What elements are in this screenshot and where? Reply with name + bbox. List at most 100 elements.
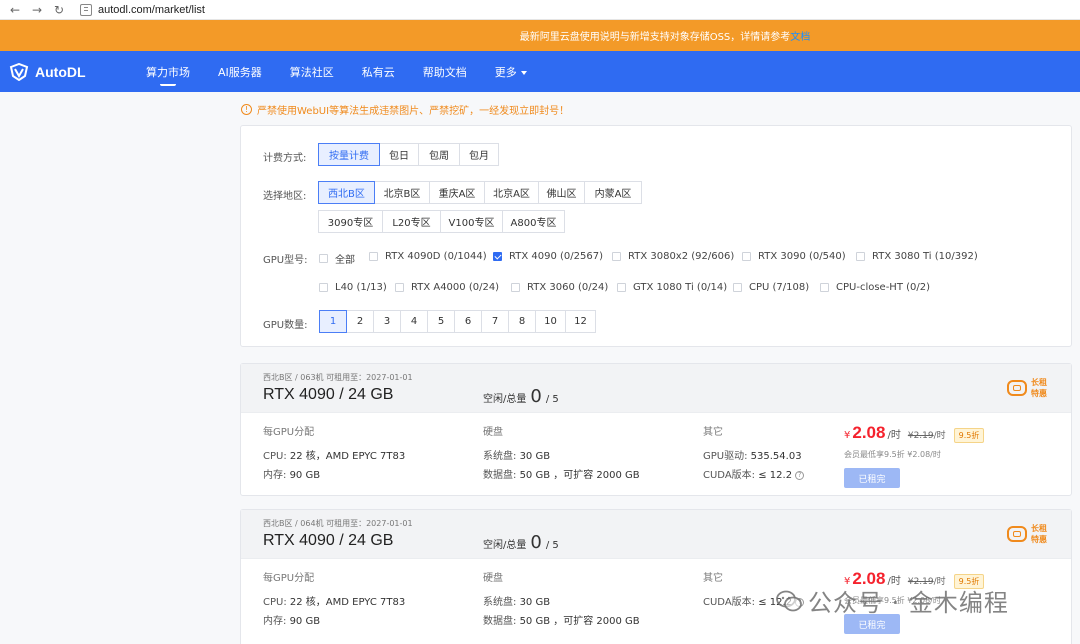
autodl-logo[interactable]: AutoDL	[9, 62, 135, 81]
checkbox[interactable]	[612, 252, 621, 261]
gpu-option-label: 全部	[335, 255, 355, 266]
billing-monthly[interactable]: 包月	[459, 143, 499, 166]
region-a800-zone[interactable]: A800专区	[502, 210, 565, 233]
price-value: 2.08	[852, 423, 886, 442]
checkbox[interactable]	[742, 252, 751, 261]
checkbox[interactable]	[820, 283, 829, 292]
checkbox[interactable]	[319, 254, 328, 263]
nav-more[interactable]: 更多	[495, 64, 527, 80]
checkbox-checked[interactable]	[493, 252, 502, 261]
disk-heading: 硬盘	[483, 573, 503, 584]
gpu-option-l40[interactable]: L40 (1/13)	[319, 282, 387, 293]
gpu-count-6[interactable]: 6	[454, 310, 482, 333]
region-neimeng-a[interactable]: 内蒙A区	[584, 181, 642, 204]
gpu-count-2[interactable]: 2	[346, 310, 374, 333]
checkbox[interactable]	[856, 252, 865, 261]
availability-label: 空闲/总量	[483, 540, 527, 551]
gpu-count-7[interactable]: 7	[481, 310, 509, 333]
forward-arrow-icon[interactable]: →	[30, 3, 44, 17]
system-disk-key: 系统盘:	[483, 451, 517, 462]
prohibition-warning: ! 严禁使用WebUI等算法生成违禁图片、严禁挖矿，一经发现立即封号！	[241, 102, 569, 117]
gpu-option-cpu-close-ht[interactable]: CPU-close-HT (0/2)	[820, 282, 930, 293]
price-currency: ¥	[844, 430, 851, 441]
checkbox[interactable]	[733, 283, 742, 292]
gpu-count-4[interactable]: 4	[400, 310, 428, 333]
long-rent-badge[interactable]: 长租特惠	[1007, 523, 1049, 545]
region-3090-zone[interactable]: 3090专区	[318, 210, 383, 233]
region-v100-zone[interactable]: V100专区	[440, 210, 503, 233]
checkbox[interactable]	[369, 252, 378, 261]
availability-label: 空闲/总量	[483, 394, 527, 405]
long-rent-badge[interactable]: 长租特惠	[1007, 377, 1049, 399]
system-disk-value: 30 GB	[519, 451, 551, 462]
checkbox[interactable]	[511, 283, 520, 292]
announcement-docs-link[interactable]: 文档	[790, 28, 810, 43]
gpu-count-8[interactable]: 8	[508, 310, 536, 333]
gpu-option-rtx4090d[interactable]: RTX 4090D (0/1044)	[369, 251, 487, 262]
billing-pay-as-you-go[interactable]: 按量计费	[318, 143, 380, 166]
help-icon[interactable]: ?	[795, 470, 805, 480]
gpu-option-cpu[interactable]: CPU (7/108)	[733, 282, 809, 293]
cpu-value: 22 核，AMD EPYC 7T83	[289, 451, 406, 462]
nav-ai-server[interactable]: AI服务器	[218, 64, 262, 80]
watermark-text: 公众号 · 金木编程	[808, 589, 1009, 617]
gpu-count-5[interactable]: 5	[427, 310, 455, 333]
price-row: ¥ 2.08 /时 ¥2.19 /时 9.5折	[844, 423, 985, 443]
gpu-option-rtx3090[interactable]: RTX 3090 (0/540)	[742, 251, 846, 262]
region-beijing-a[interactable]: 北京A区	[484, 181, 539, 204]
nav-compute-market[interactable]: 算力市场	[146, 64, 190, 86]
gpu-option-label: RTX 3090 (0/540)	[758, 251, 846, 262]
gpu-option-rtx4090[interactable]: RTX 4090 (0/2567)	[493, 251, 603, 262]
gpu-driver-spec: GPU驱动: 535.54.03	[703, 447, 802, 462]
gpu-option-rtx3080ti[interactable]: RTX 3080 Ti (10/392)	[856, 251, 978, 262]
gpu-option-rtxa4000[interactable]: RTX A4000 (0/24)	[395, 282, 499, 293]
cuda-value: ≤ 12.2	[758, 470, 793, 481]
disk-heading: 硬盘	[483, 427, 503, 438]
gpu-count-options: 1 2 3 4 5 6 7 8 10 12	[319, 310, 596, 333]
checkbox[interactable]	[395, 283, 404, 292]
back-arrow-icon[interactable]: ←	[8, 3, 22, 17]
gpu-driver-key: GPU驱动:	[703, 451, 748, 462]
gpu-count-10[interactable]: 10	[535, 310, 566, 333]
sold-out-button[interactable]: 已租完	[844, 468, 900, 488]
region-foshan[interactable]: 佛山区	[538, 181, 585, 204]
available-count: 0	[530, 386, 542, 407]
memory-value: 90 GB	[289, 470, 321, 481]
reload-icon[interactable]: ↻	[52, 3, 66, 17]
memory-value: 90 GB	[289, 616, 321, 627]
region-chongqing-a[interactable]: 重庆A区	[429, 181, 485, 204]
region-label: 选择地区:	[263, 191, 307, 202]
piggy-bank-icon	[1007, 526, 1027, 542]
machine-meta: 西北B区 / 063机 可租用至：2027-01-01	[263, 373, 413, 382]
checkbox[interactable]	[319, 283, 328, 292]
gpu-count-12[interactable]: 12	[565, 310, 596, 333]
gpu-option-label: L40 (1/13)	[335, 282, 387, 293]
other-heading: 其它	[703, 427, 723, 438]
billing-weekly[interactable]: 包周	[418, 143, 460, 166]
gpu-option-rtx3060[interactable]: RTX 3060 (0/24)	[511, 282, 608, 293]
region-beijing-b[interactable]: 北京B区	[374, 181, 430, 204]
gpu-option-all[interactable]: 全部	[319, 251, 355, 266]
nav-algorithm-community[interactable]: 算法社区	[290, 64, 334, 80]
gpu-count-3[interactable]: 3	[373, 310, 401, 333]
nav-private-cloud[interactable]: 私有云	[362, 64, 395, 80]
gpu-option-label: RTX 3080 Ti (10/392)	[872, 251, 978, 262]
price-unit: /时	[887, 430, 901, 441]
gpu-option-rtx3080x2[interactable]: RTX 3080x2 (92/606)	[612, 251, 734, 262]
gpu-count-1[interactable]: 1	[319, 310, 347, 333]
nav-help-docs[interactable]: 帮助文档	[423, 64, 467, 80]
machine-card-header: 西北B区 / 064机 可租用至：2027-01-01 RTX 4090 / 2…	[241, 510, 1071, 559]
region-xibei-b[interactable]: 西北B区	[318, 181, 375, 204]
gpu-option-label: CPU (7/108)	[749, 282, 810, 293]
cuda-key: CUDA版本:	[703, 470, 756, 481]
site-info-icon[interactable]	[80, 3, 92, 16]
region-l20-zone[interactable]: L20专区	[382, 210, 441, 233]
memory-spec: 内存: 90 GB	[263, 466, 320, 481]
chevron-down-icon	[520, 70, 527, 75]
gpu-option-gtx1080ti[interactable]: GTX 1080 Ti (0/14)	[617, 282, 727, 293]
checkbox[interactable]	[617, 283, 626, 292]
gpu-option-label: GTX 1080 Ti (0/14)	[633, 282, 728, 293]
address-bar[interactable]: autodl.com/market/list	[98, 4, 205, 16]
billing-daily[interactable]: 包日	[379, 143, 419, 166]
per-gpu-heading: 每GPU分配	[263, 573, 315, 584]
